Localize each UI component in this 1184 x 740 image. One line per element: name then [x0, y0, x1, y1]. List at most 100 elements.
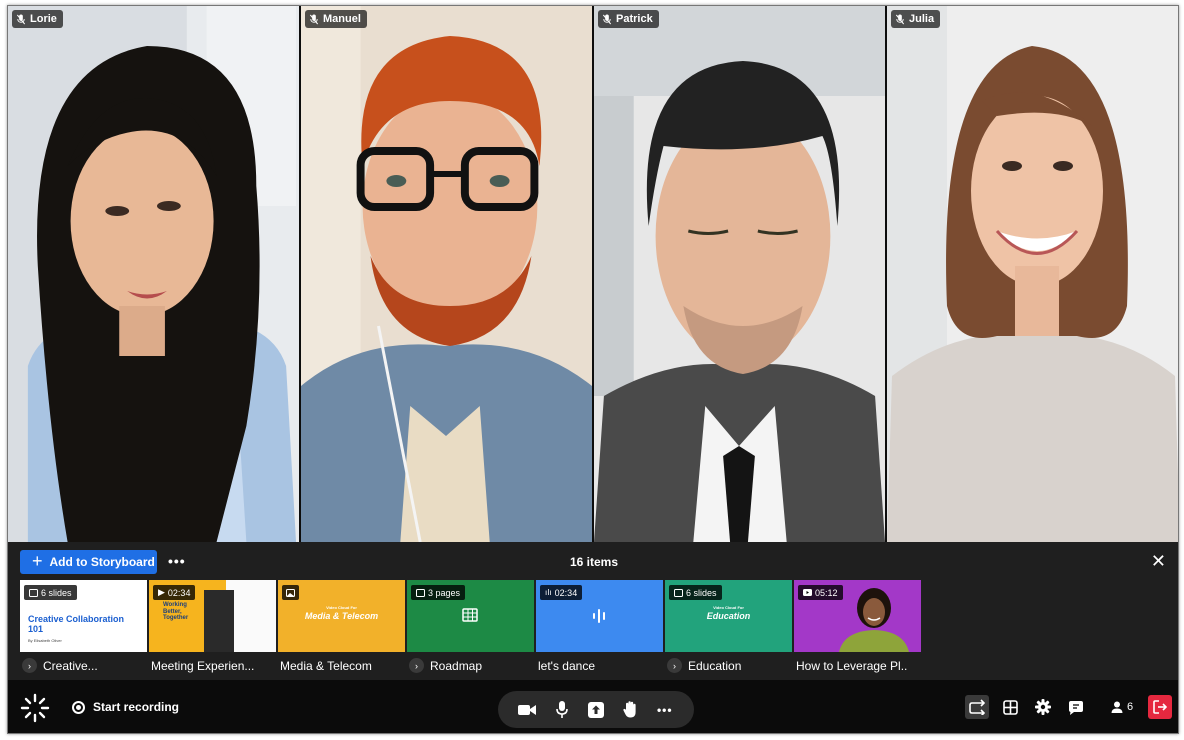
chevron-right-icon[interactable]: ›	[667, 658, 682, 673]
meeting-toolbar: Start recording ••• 6	[8, 680, 1178, 733]
storyboard-item[interactable]: 6 slides Video Cloud For Education › Edu…	[665, 580, 792, 679]
item-label: › Education	[665, 652, 792, 679]
video-tile-lorie[interactable]: Lorie	[8, 6, 301, 542]
thumb-title: Education	[706, 611, 751, 621]
participant-name-badge: Julia	[891, 10, 941, 28]
presenter-image	[839, 588, 909, 652]
person-icon	[1111, 701, 1123, 713]
item-tag: ▶ 02:34	[153, 585, 196, 600]
thumb-subtitle: Video Cloud For	[713, 605, 744, 610]
storyboard-item[interactable]: ıIı 02:34 let's dance	[536, 580, 663, 679]
item-tag: 3 pages	[411, 585, 466, 600]
item-label: › Roadmap	[407, 652, 534, 679]
participant-name: Patrick	[616, 13, 653, 25]
item-tag-text: 02:34	[167, 587, 191, 598]
participant-video	[301, 6, 592, 542]
item-title: Roadmap	[430, 658, 483, 673]
mic-off-icon	[16, 13, 26, 24]
video-tile-patrick[interactable]: Patrick	[594, 6, 887, 542]
microphone-button[interactable]	[552, 700, 572, 720]
mic-off-icon	[309, 13, 319, 24]
item-tag-text: 3 pages	[428, 587, 461, 598]
chat-button[interactable]	[1064, 695, 1088, 719]
image-icon	[286, 588, 295, 597]
gear-icon	[1035, 699, 1051, 715]
item-thumbnail: Working Better, Together ▶ 02:34	[149, 580, 276, 652]
participant-video	[8, 6, 299, 542]
item-tag	[282, 585, 299, 600]
grid-icon	[1002, 699, 1018, 715]
chevron-right-icon[interactable]: ›	[22, 658, 37, 673]
thumb-subtitle: By Elisabeth Oliver	[28, 638, 62, 643]
item-label: How to Leverage Pl..	[794, 652, 921, 679]
item-label: Media & Telecom	[278, 652, 405, 679]
item-thumbnail: 3 pages	[407, 580, 534, 652]
grid-view-button[interactable]	[998, 695, 1022, 719]
participant-name-badge: Lorie	[12, 10, 63, 28]
storyboard-item[interactable]: Working Better, Together ▶ 02:34 Meeting…	[149, 580, 276, 679]
participant-name: Manuel	[323, 13, 361, 25]
raise-hand-icon	[623, 701, 636, 718]
participant-name: Julia	[909, 13, 935, 25]
raise-hand-button[interactable]	[620, 700, 640, 720]
storyboard-item[interactable]: 3 pages › Roadmap	[407, 580, 534, 679]
item-thumbnail: Video Cloud For Media & Telecom	[278, 580, 405, 652]
item-title: let's dance	[538, 658, 595, 673]
participants-button[interactable]: 6	[1105, 701, 1139, 713]
item-tag: 6 slides	[24, 585, 77, 600]
participant-video	[594, 6, 885, 542]
camera-icon	[518, 704, 537, 715]
storyboard-close-button[interactable]: ✕	[1151, 551, 1166, 572]
thumb-title: Creative Collaboration 101	[28, 614, 125, 634]
thumb-subtitle: Video Cloud For	[326, 605, 357, 610]
video-tile-julia[interactable]: Julia	[887, 6, 1178, 542]
item-thumbnail: 6 slides Video Cloud For Education	[665, 580, 792, 652]
item-label: let's dance	[536, 652, 663, 679]
share-screen-button[interactable]	[586, 700, 606, 720]
thumb-title: Media & Telecom	[304, 611, 379, 621]
right-toolbar: 6	[965, 695, 1172, 719]
item-tag: ıIı 02:34	[540, 585, 583, 600]
item-title: Education	[688, 658, 742, 673]
settings-button[interactable]	[1031, 695, 1055, 719]
layout-switch-button[interactable]	[965, 695, 989, 719]
item-title: Creative...	[43, 658, 98, 673]
chevron-right-icon[interactable]: ›	[409, 658, 424, 673]
camera-button[interactable]	[517, 700, 537, 720]
slides-icon	[29, 588, 38, 597]
leave-meeting-button[interactable]	[1148, 695, 1172, 719]
pages-icon	[416, 588, 425, 597]
audio-icon: ıIı	[545, 588, 552, 597]
storyboard-items: 6 slides Creative Collaboration 101 By E…	[20, 580, 921, 679]
item-tag-text: 6 slides	[41, 587, 72, 598]
storyboard-item[interactable]: 6 slides Creative Collaboration 101 By E…	[20, 580, 147, 679]
item-title: Media & Telecom	[280, 658, 372, 673]
chat-icon	[1069, 700, 1083, 715]
spreadsheet-icon	[462, 608, 478, 622]
video-grid: Lorie Manuel Patrick Julia	[8, 6, 1178, 542]
item-thumbnail: 05:12	[794, 580, 921, 652]
participant-name: Lorie	[30, 13, 57, 25]
item-title: Meeting Experien...	[151, 658, 255, 673]
participant-name-badge: Manuel	[305, 10, 367, 28]
microphone-icon	[555, 701, 568, 718]
media-controls: •••	[498, 691, 694, 728]
app-logo-icon	[20, 693, 50, 723]
video-tile-manuel[interactable]: Manuel	[301, 6, 594, 542]
more-options-button[interactable]: •••	[655, 700, 675, 720]
item-title: How to Leverage Pl..	[796, 658, 908, 673]
play-icon: ▶	[158, 587, 165, 597]
item-label: › Creative...	[20, 652, 147, 679]
slides-icon	[674, 588, 683, 597]
participant-count: 6	[1126, 701, 1134, 713]
mic-off-icon	[602, 13, 612, 24]
item-tag-text: 02:34	[554, 587, 578, 598]
item-tag: 6 slides	[669, 585, 722, 600]
item-tag-text: 6 slides	[686, 587, 717, 598]
item-thumbnail: 6 slides Creative Collaboration 101 By E…	[20, 580, 147, 652]
audio-wave-icon	[593, 609, 605, 623]
video-icon	[803, 589, 812, 596]
storyboard-item[interactable]: 05:12 How to Leverage Pl..	[794, 580, 921, 679]
start-recording-button[interactable]: Start recording	[72, 700, 179, 714]
storyboard-item[interactable]: Video Cloud For Media & Telecom Media & …	[278, 580, 405, 679]
